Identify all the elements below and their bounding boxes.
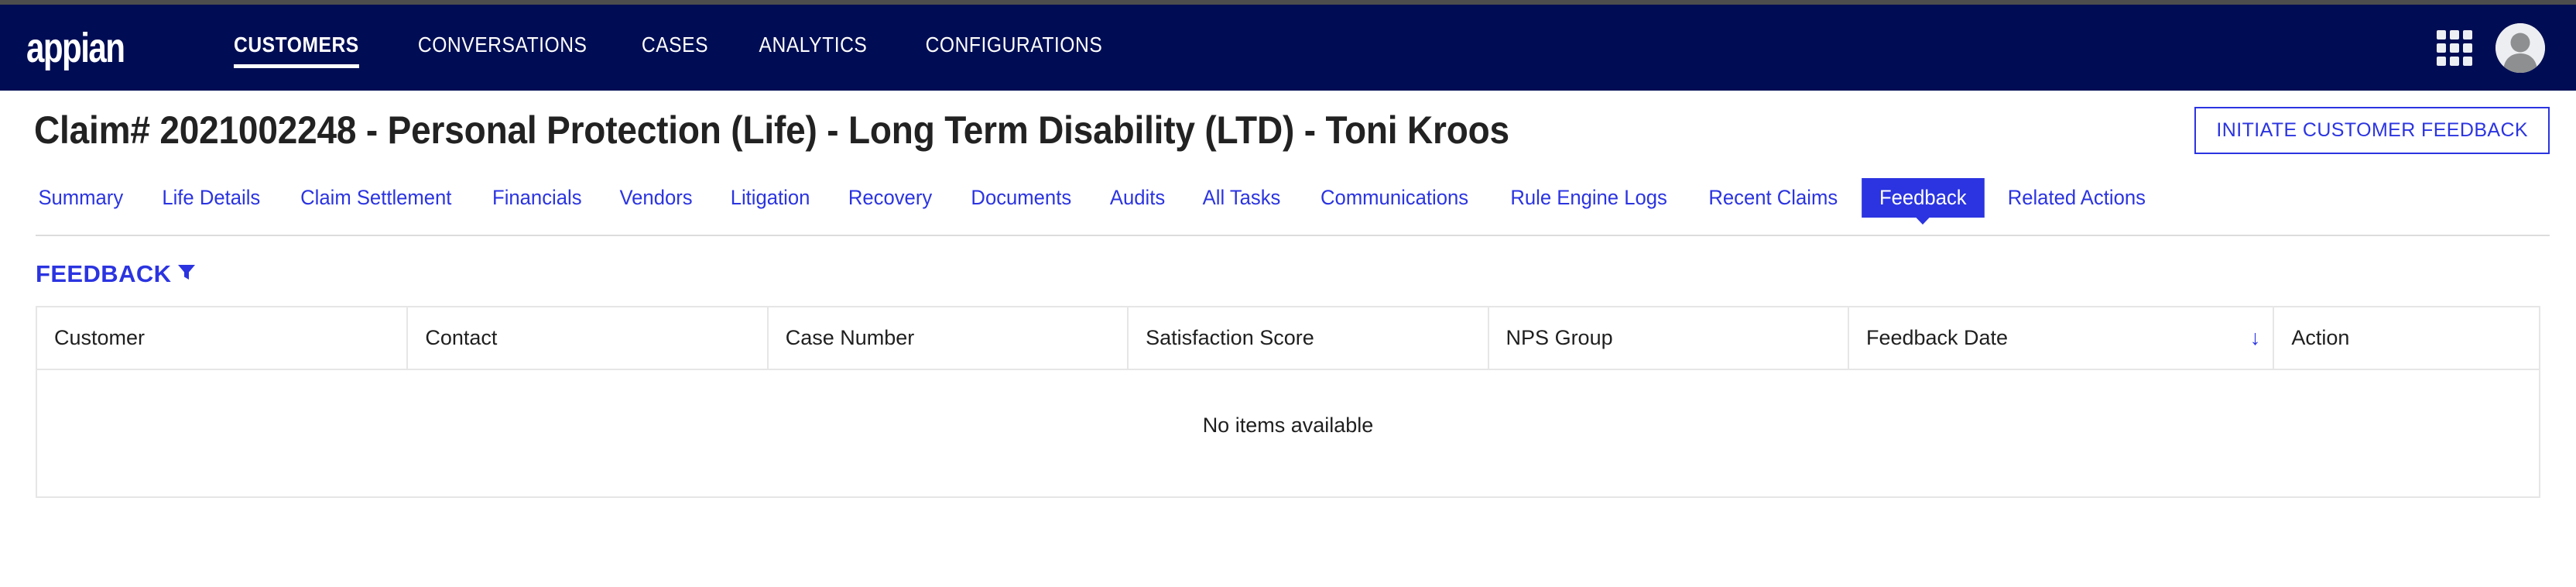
tab-summary[interactable]: Summary — [38, 180, 139, 216]
tab-litigation-label: Litigation — [731, 185, 810, 209]
appian-logo[interactable]: appian — [26, 27, 125, 69]
empty-state-message: No items available — [1202, 414, 1374, 437]
content-divider — [36, 235, 2550, 236]
nav-item-customers[interactable]: CUSTOMERS — [234, 28, 359, 68]
tab-vendors[interactable]: Vendors — [604, 180, 709, 216]
user-avatar-icon[interactable] — [2496, 22, 2545, 73]
column-header-customer[interactable]: Customer — [37, 307, 409, 370]
tab-life-details[interactable]: Life Details — [146, 180, 276, 216]
header-right-actions — [2437, 22, 2545, 73]
tab-recovery-label: Recovery — [848, 185, 933, 209]
tab-vendors-label: Vendors — [619, 185, 693, 209]
tab-recovery[interactable]: Recovery — [832, 180, 948, 216]
sort-descending-icon[interactable]: ↓ — [2250, 328, 2261, 348]
column-header-action[interactable]: Action — [2273, 307, 2539, 370]
nav-item-configurations[interactable]: CONFIGURATIONS — [926, 28, 1103, 68]
tab-financials-label: Financials — [492, 185, 582, 209]
table-header-row: Customer Contact Case Number Satisfactio… — [37, 307, 2539, 370]
nav-item-cases[interactable]: CASES — [642, 28, 708, 68]
page-title-row: Claim# 2021002248 - Personal Protection … — [0, 97, 2576, 163]
tab-communications-label: Communications — [1321, 185, 1469, 209]
column-header-case-number-label: Case Number — [785, 326, 915, 349]
tab-related-actions-label: Related Actions — [2008, 185, 2146, 209]
nav-item-conversations[interactable]: CONVERSATIONS — [418, 28, 587, 68]
tab-documents[interactable]: Documents — [955, 180, 1088, 216]
feedback-section-header: FEEDBACK — [0, 258, 2576, 289]
column-header-satisfaction-score[interactable]: Satisfaction Score — [1128, 307, 1489, 370]
nav-item-cases-label: CASES — [642, 32, 709, 57]
table-body: No items available — [37, 369, 2539, 496]
tab-claim-settlement-label: Claim Settlement — [300, 185, 452, 209]
column-header-customer-label: Customer — [54, 326, 146, 349]
tab-feedback[interactable]: Feedback — [1862, 177, 1985, 218]
nav-item-analytics[interactable]: ANALYTICS — [759, 28, 868, 68]
tab-recent-claims[interactable]: Recent Claims — [1693, 180, 1855, 216]
column-header-contact[interactable]: Contact — [407, 307, 769, 370]
record-tabs: Summary Life Details Claim Settlement Fi… — [0, 176, 2576, 219]
tab-litigation[interactable]: Litigation — [714, 180, 826, 216]
page-title: Claim# 2021002248 - Personal Protection … — [34, 108, 1509, 152]
tab-documents-label: Documents — [971, 185, 1072, 209]
section-title: FEEDBACK — [36, 259, 172, 287]
tab-all-tasks[interactable]: All Tasks — [1187, 180, 1297, 216]
column-header-feedback-date-label: Feedback Date — [1865, 326, 2009, 349]
filter-funnel-icon[interactable] — [174, 259, 199, 288]
tab-financials[interactable]: Financials — [476, 180, 598, 216]
tab-rule-engine-logs-label: Rule Engine Logs — [1510, 185, 1668, 209]
tab-recent-claims-label: Recent Claims — [1708, 185, 1838, 209]
main-navigation: CUSTOMERS CONVERSATIONS CASES ANALYTICS … — [225, 5, 1115, 91]
column-header-nps-group[interactable]: NPS Group — [1488, 307, 1849, 370]
tab-claim-settlement[interactable]: Claim Settlement — [284, 180, 468, 216]
app-header: appian CUSTOMERS CONVERSATIONS CASES ANA… — [0, 5, 2576, 91]
column-header-feedback-date[interactable]: Feedback Date ↓ — [1848, 307, 2275, 370]
tab-life-details-label: Life Details — [161, 185, 260, 209]
column-header-action-label: Action — [2291, 326, 2350, 349]
column-header-satisfaction-score-label: Satisfaction Score — [1146, 326, 1314, 349]
tab-communications[interactable]: Communications — [1304, 180, 1485, 216]
empty-state-row: No items available — [37, 369, 2539, 496]
nav-item-analytics-label: ANALYTICS — [759, 32, 868, 57]
tab-audits-label: Audits — [1109, 185, 1166, 209]
grid-apps-icon[interactable] — [2437, 29, 2472, 66]
feedback-table-container: Customer Contact Case Number Satisfactio… — [36, 306, 2540, 498]
column-header-contact-label: Contact — [425, 326, 498, 349]
feedback-table: Customer Contact Case Number Satisfactio… — [37, 307, 2539, 496]
tab-feedback-label: Feedback — [1879, 185, 1967, 209]
nav-item-conversations-label: CONVERSATIONS — [417, 32, 587, 57]
nav-item-configurations-label: CONFIGURATIONS — [925, 32, 1103, 57]
tab-all-tasks-label: All Tasks — [1202, 185, 1281, 209]
initiate-customer-feedback-button[interactable]: INITIATE CUSTOMER FEEDBACK — [2194, 106, 2550, 154]
column-header-case-number[interactable]: Case Number — [767, 307, 1129, 370]
tab-audits[interactable]: Audits — [1094, 180, 1181, 216]
nav-item-customers-label: CUSTOMERS — [234, 32, 359, 57]
tab-rule-engine-logs[interactable]: Rule Engine Logs — [1495, 180, 1684, 216]
column-header-nps-group-label: NPS Group — [1506, 326, 1613, 349]
tab-related-actions[interactable]: Related Actions — [1992, 180, 2162, 216]
tab-summary-label: Summary — [38, 185, 124, 209]
